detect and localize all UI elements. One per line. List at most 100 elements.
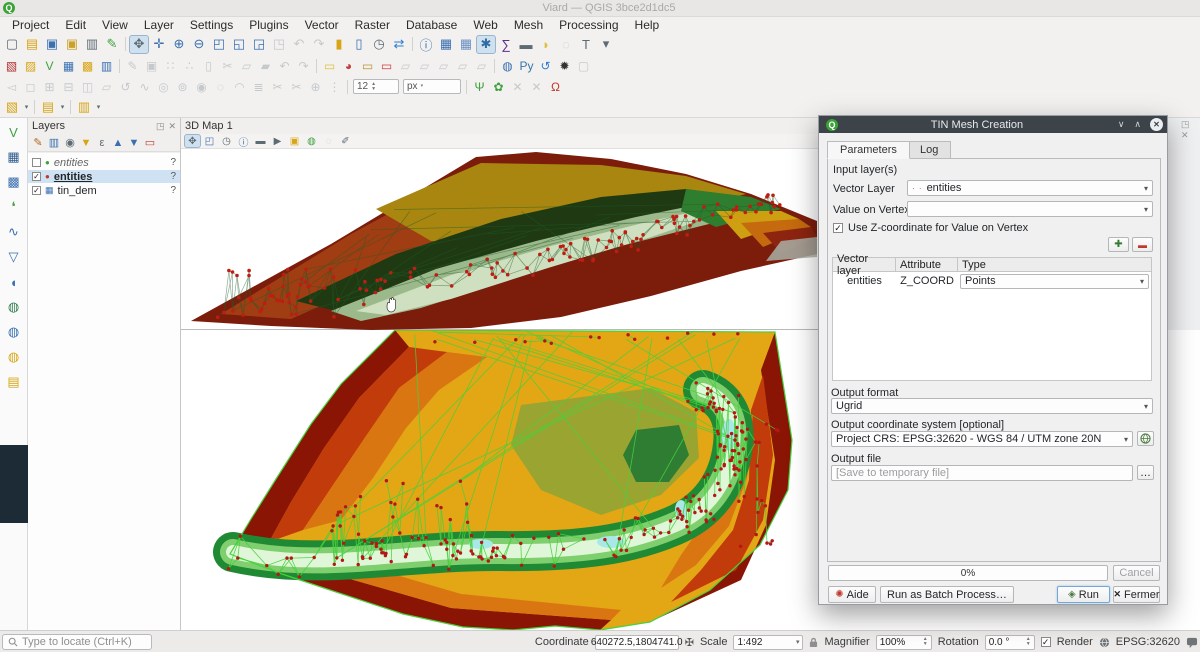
- layer-checkbox[interactable]: [32, 158, 41, 167]
- map3d-view[interactable]: [181, 149, 825, 329]
- measure-3d-icon[interactable]: ▬: [252, 134, 269, 148]
- shade-icon[interactable]: ∨: [1118, 119, 1125, 130]
- tab-parameters[interactable]: Parameters: [827, 141, 910, 159]
- copy-move-icon[interactable]: ▱: [97, 77, 116, 96]
- layers-dropdown-icon[interactable]: ▾: [58, 98, 67, 117]
- menu-mesh[interactable]: Mesh: [506, 18, 551, 32]
- batch-process-button[interactable]: Run as Batch Process…: [880, 586, 1014, 603]
- close-dialog-button[interactable]: ✕ Fermer: [1113, 586, 1160, 603]
- layer-checkbox[interactable]: ✓: [32, 186, 41, 195]
- label-highlight-icon[interactable]: ▱: [396, 56, 415, 75]
- select-dropdown-icon[interactable]: ▾: [22, 98, 31, 117]
- toggle-editing-icon[interactable]: ✎: [123, 56, 142, 75]
- add-group-icon[interactable]: ▥: [46, 135, 62, 150]
- add-gps-rail-icon[interactable]: ∿: [3, 222, 25, 242]
- zoom-to-selection-icon[interactable]: ◱: [229, 35, 249, 54]
- layer-badge[interactable]: ?: [170, 185, 176, 196]
- remove-row-button[interactable]: ▬: [1132, 237, 1153, 252]
- deselect-dropdown-icon[interactable]: ▾: [94, 98, 103, 117]
- offset-curve-icon[interactable]: ◠: [230, 77, 249, 96]
- statistics-icon[interactable]: ∑: [496, 35, 516, 54]
- tracing-icon[interactable]: Ψ: [470, 77, 489, 96]
- save-project-icon[interactable]: ▣: [42, 35, 62, 54]
- animation-3d-icon[interactable]: ◷: [218, 134, 235, 148]
- value-on-vertex-combo[interactable]: ▾: [907, 201, 1153, 217]
- messages-icon[interactable]: [1186, 637, 1198, 648]
- add-wms-rail-icon[interactable]: ◍: [3, 297, 25, 317]
- layer-item-tin-dem[interactable]: ✓ ▦ tin_dem ?: [28, 184, 180, 197]
- pan-to-selection-icon[interactable]: ✛: [149, 35, 169, 54]
- simplify-feature-icon[interactable]: ∿: [135, 77, 154, 96]
- paste-features-icon[interactable]: ▰: [256, 56, 275, 75]
- fill-ring-icon[interactable]: ◉: [192, 77, 211, 96]
- layer-item-entities-selected[interactable]: ✓ ● entities ?: [28, 170, 180, 183]
- vertex-marker-icon[interactable]: ✕: [508, 77, 527, 96]
- menu-web[interactable]: Web: [465, 18, 505, 32]
- split-features-icon[interactable]: ✂: [268, 77, 287, 96]
- label-pin-icon[interactable]: ▭: [377, 56, 396, 75]
- vector-layer-combo[interactable]: · · entities ▾: [907, 180, 1153, 196]
- filter-legend-icon[interactable]: ▼: [78, 135, 94, 150]
- identify-3d-icon[interactable]: ⓘ: [235, 134, 252, 148]
- zoom-full-3d-icon[interactable]: ◰: [201, 134, 218, 148]
- menu-plugins[interactable]: Plugins: [241, 18, 296, 32]
- cancel-button[interactable]: Cancel: [1113, 565, 1160, 581]
- add-vector-layer-icon[interactable]: V: [40, 56, 59, 75]
- output-file-input[interactable]: [Save to temporary file]: [831, 465, 1133, 481]
- zoom-native-icon[interactable]: ◳: [269, 35, 289, 54]
- lock-icon[interactable]: [809, 637, 818, 648]
- hidden-panel-dock-icons[interactable]: ◳ ✕: [1181, 119, 1200, 141]
- zoom-full-icon[interactable]: ◰: [209, 35, 229, 54]
- crs-status[interactable]: EPSG:32620: [1116, 636, 1180, 648]
- rotate-feature-icon[interactable]: ↺: [116, 77, 135, 96]
- python-console-icon[interactable]: Py: [517, 56, 536, 75]
- open-project-icon[interactable]: ▤: [22, 35, 42, 54]
- menu-settings[interactable]: Settings: [182, 18, 241, 32]
- metasearch-icon[interactable]: ◍: [498, 56, 517, 75]
- map-tips-icon[interactable]: ◗: [536, 35, 556, 54]
- add-shape-rail-icon[interactable]: ▽: [3, 247, 25, 267]
- zoom-to-feature-icon[interactable]: ◌: [556, 35, 576, 54]
- cut-features-icon[interactable]: ✂: [218, 56, 237, 75]
- layer-checkbox[interactable]: ✓: [32, 172, 41, 181]
- add-feature-icon[interactable]: ∷: [161, 56, 180, 75]
- crs-globe-icon[interactable]: [1099, 637, 1110, 648]
- style-manager-icon[interactable]: ✎: [102, 35, 122, 54]
- filter-expression-icon[interactable]: ε: [94, 135, 110, 150]
- add-layer-group-icon[interactable]: ▨: [21, 56, 40, 75]
- annotation-dropdown-icon[interactable]: ▾: [596, 35, 616, 54]
- select-crs-button[interactable]: [1137, 431, 1154, 446]
- temporal-controller-icon[interactable]: ◷: [369, 35, 389, 54]
- layer-diagram-icon[interactable]: ◕: [339, 56, 358, 75]
- vertex-tool-icon[interactable]: ∴: [180, 56, 199, 75]
- play-animation-icon[interactable]: ▶: [269, 134, 286, 148]
- configure-3d-icon[interactable]: ✐: [337, 134, 354, 148]
- measure-icon[interactable]: ▬: [516, 35, 536, 54]
- delete-ring-icon[interactable]: ◌: [211, 77, 230, 96]
- zoom-in-icon[interactable]: ⊕: [169, 35, 189, 54]
- add-part-icon[interactable]: ⊚: [173, 77, 192, 96]
- menu-help[interactable]: Help: [627, 18, 668, 32]
- restore-icon[interactable]: ∧: [1134, 119, 1141, 130]
- layers-mini-icon[interactable]: ▤: [38, 98, 58, 117]
- layer-styling-icon[interactable]: ✎: [30, 135, 46, 150]
- reshape-icon[interactable]: ≣: [249, 77, 268, 96]
- attribute-table-icon[interactable]: ▦: [436, 35, 456, 54]
- vertex-layers-table[interactable]: Vector layer Attribute Type entities Z_C…: [832, 257, 1152, 381]
- menu-edit[interactable]: Edit: [57, 18, 94, 32]
- label-move-icon[interactable]: ▱: [415, 56, 434, 75]
- menu-database[interactable]: Database: [398, 18, 465, 32]
- show-bookmarks-icon[interactable]: ▯: [349, 35, 369, 54]
- add-delimited-text-icon[interactable]: ▥: [97, 56, 116, 75]
- menu-processing[interactable]: Processing: [551, 18, 626, 32]
- move-feature-icon[interactable]: ◫: [78, 77, 97, 96]
- zoom-last-icon[interactable]: ↶: [289, 35, 309, 54]
- topology-checker-icon[interactable]: ✿: [489, 77, 508, 96]
- layer-labeling-icon[interactable]: ▭: [320, 56, 339, 75]
- unit-combo[interactable]: px▾: [403, 79, 461, 94]
- menu-project[interactable]: Project: [4, 18, 57, 32]
- save-image-3d-icon[interactable]: ▣: [286, 134, 303, 148]
- save-edits-icon[interactable]: ▣: [142, 56, 161, 75]
- data-source-manager-icon[interactable]: ▧: [2, 56, 21, 75]
- magnifier-spin[interactable]: 100% ▲▼: [876, 635, 932, 650]
